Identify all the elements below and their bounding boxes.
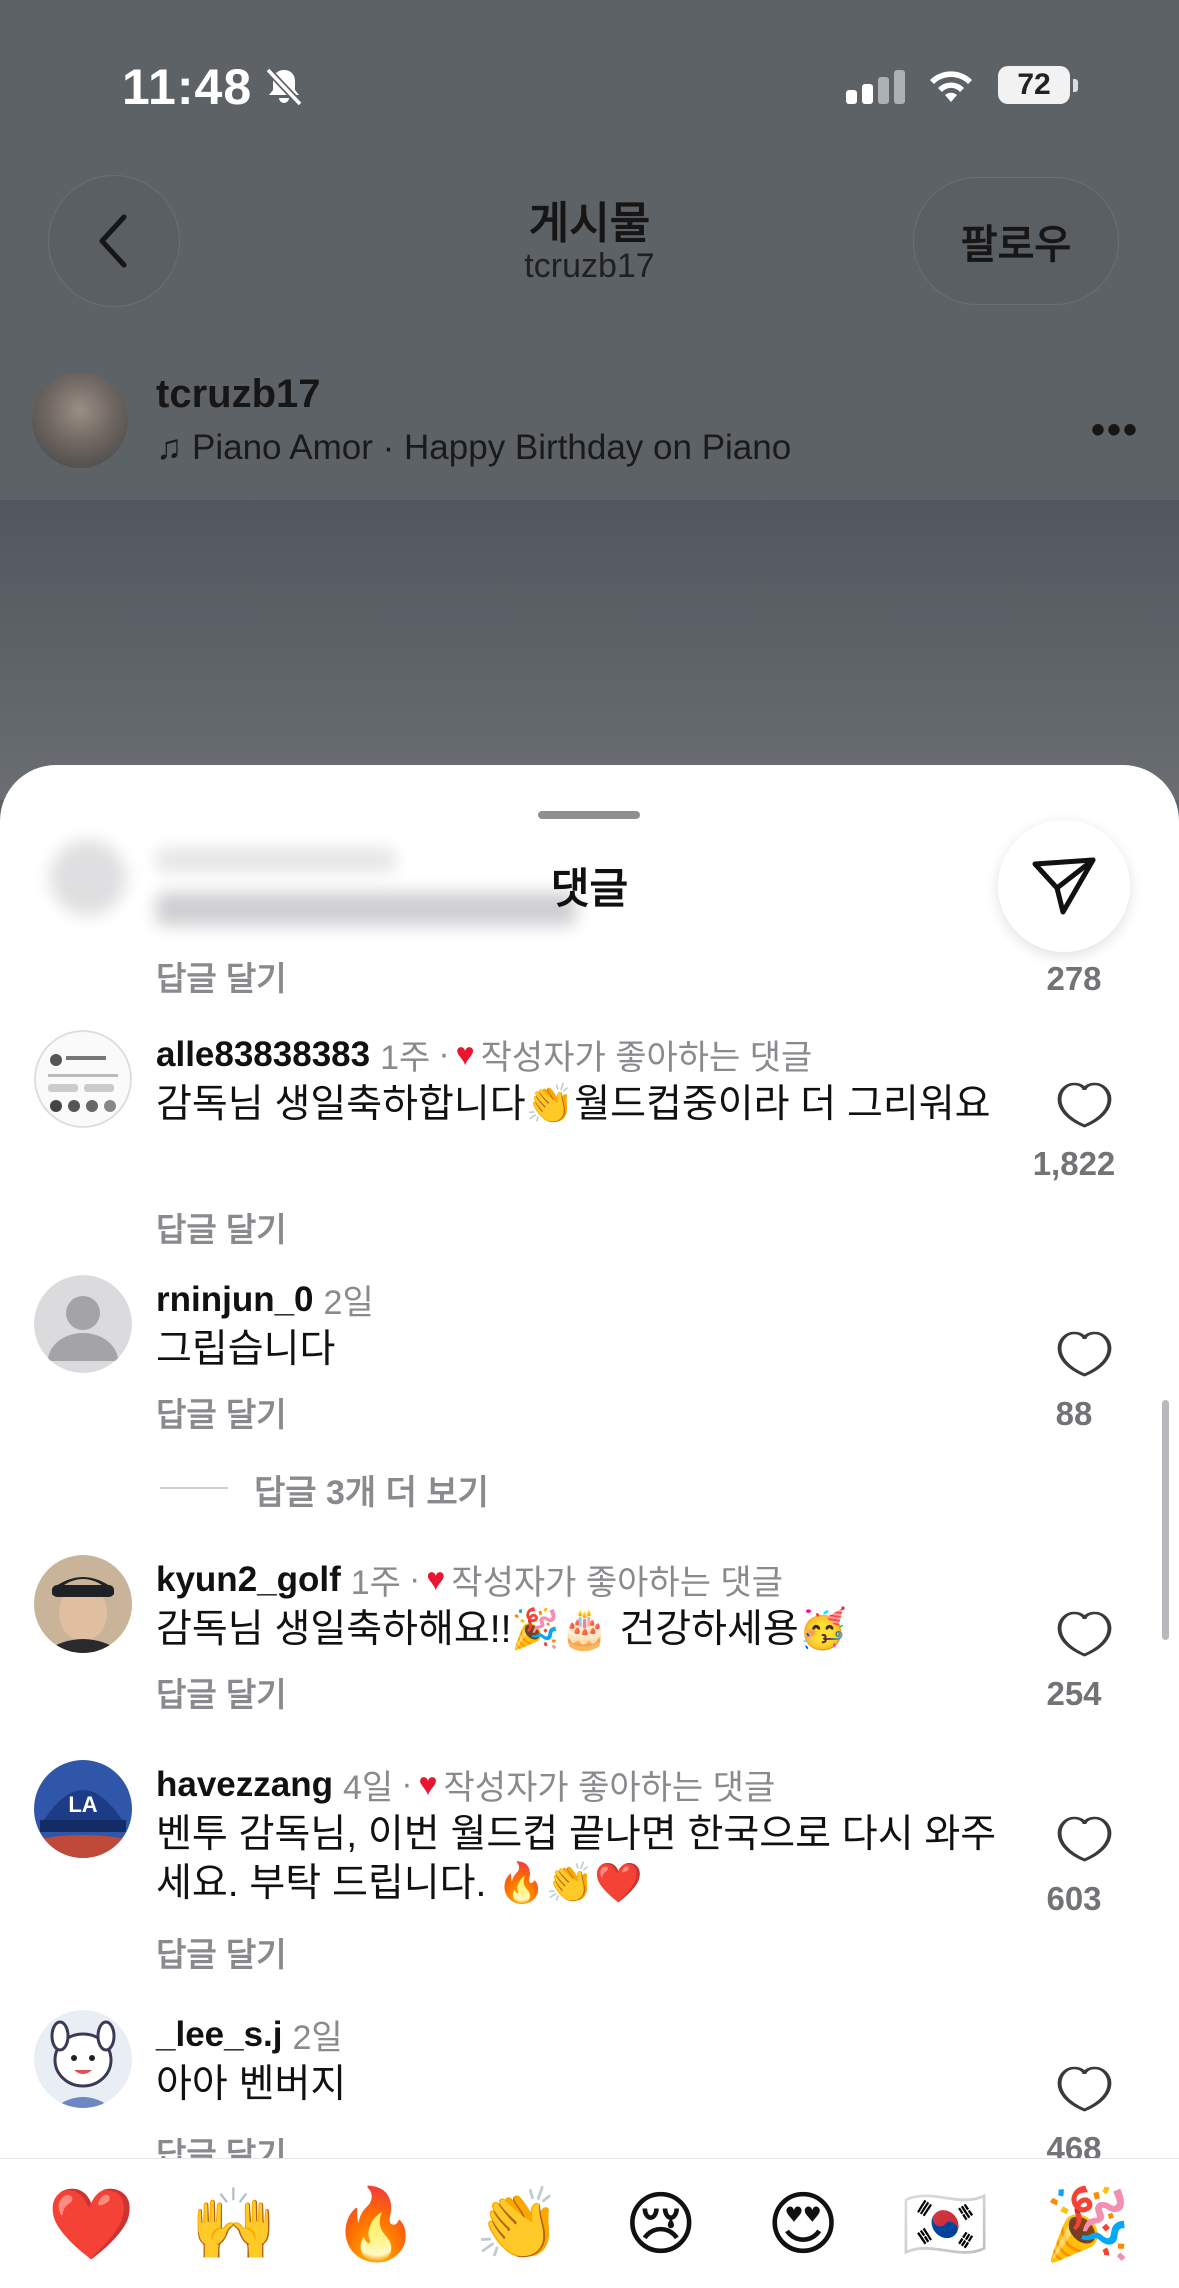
wifi-icon <box>925 64 977 104</box>
liked-by-author-label: 작성자가 좋아하는 댓글 <box>451 1564 783 1602</box>
heart-outline-icon <box>1057 1816 1112 1862</box>
comment-username[interactable]: alle83838383 <box>156 1035 370 1075</box>
like-button[interactable] <box>1029 2064 1139 2114</box>
reply-button[interactable]: 답글 달기 <box>156 1203 287 1251</box>
comment-time: 2일 <box>323 1284 374 1322</box>
like-count: 278 <box>1046 960 1102 997</box>
liked-heart-icon: ♥ <box>455 1036 475 1072</box>
comment-text: 감독님 생일축하합니다👏월드컵중이라 더 그리워요 <box>156 1083 991 1126</box>
like-count: 603 <box>1046 1880 1102 1917</box>
comment-username[interactable]: rninjun_0 <box>156 1280 314 1320</box>
avatar[interactable] <box>34 1275 132 1373</box>
comment-time: 4일 <box>343 1769 394 1807</box>
emoji-heart-eyes[interactable]: 😍 <box>748 2189 858 2259</box>
emoji-raised-hands[interactable]: 🙌 <box>179 2189 289 2259</box>
more-options-button[interactable]: ••• <box>1091 408 1139 453</box>
comment-time: 2일 <box>292 2019 343 2057</box>
avatar[interactable] <box>34 1555 132 1653</box>
liked-heart-icon: ♥ <box>426 1561 446 1597</box>
comment-username[interactable]: kyun2_golf <box>156 1560 341 1600</box>
emoji-party-popper[interactable]: 🎉 <box>1033 2189 1143 2259</box>
like-button[interactable] <box>1029 1814 1139 1864</box>
emoji-heart[interactable]: ❤️ <box>36 2189 146 2259</box>
comment-text: 감독님 생일축하해요!!🎉🎂 건강하세용🥳 <box>156 1608 848 1651</box>
heart-outline-icon <box>1057 1611 1112 1657</box>
cellular-signal-icon <box>846 70 905 104</box>
heart-outline-icon <box>1057 1331 1112 1377</box>
liked-by-author-label: 작성자가 좋아하는 댓글 <box>443 1769 776 1807</box>
separator: · <box>408 1560 421 1598</box>
reply-button[interactable]: 답글 달기 <box>156 1388 287 1436</box>
paper-plane-icon <box>1032 857 1096 915</box>
reply-button[interactable]: 답글 달기 <box>156 1928 287 1976</box>
post-author-username[interactable]: tcruzb17 <box>156 372 321 417</box>
emoji-crying[interactable]: 😢 <box>606 2189 716 2259</box>
nav-bar: 게시물 tcruzb17 팔로우 <box>0 175 1179 315</box>
music-note-icon: ♫ <box>156 428 192 467</box>
emoji-reaction-bar: ❤️ 🙌 🔥 👏 😢 😍 🇰🇷 🎉 <box>0 2158 1179 2288</box>
post-music-label[interactable]: ♫ Piano Amor · Happy Birthday on Piano <box>156 428 791 468</box>
sheet-grabber[interactable] <box>538 811 640 819</box>
svg-text:LA: LA <box>68 1792 97 1817</box>
status-time: 11:48 <box>122 59 253 115</box>
avatar[interactable] <box>34 2010 132 2108</box>
post-media <box>0 500 1179 800</box>
liked-heart-icon: ♥ <box>418 1766 438 1802</box>
like-count: 254 <box>1046 1675 1102 1712</box>
separator: · <box>438 1035 450 1073</box>
heart-outline-icon <box>1057 1082 1112 1128</box>
like-button[interactable] <box>1029 1609 1139 1659</box>
comment-username[interactable]: _lee_s.j <box>156 2015 283 2055</box>
comment-text: 아아 벤버지 <box>156 2063 347 2106</box>
comment-username[interactable]: havezzang <box>156 1765 333 1805</box>
separator: · <box>401 1765 413 1803</box>
emoji-korea-flag[interactable]: 🇰🇷 <box>890 2189 1000 2259</box>
bell-slash-icon <box>262 64 306 108</box>
post-header: tcruzb17 ♫ Piano Amor · Happy Birthday o… <box>0 370 1179 480</box>
like-count: 88 <box>1055 1395 1093 1432</box>
like-button[interactable] <box>1029 1080 1139 1130</box>
scrollbar[interactable] <box>1162 1400 1169 1640</box>
comment-time: 1주 <box>350 1564 401 1602</box>
avatar[interactable] <box>34 1030 132 1128</box>
battery-icon: 72 <box>998 66 1078 104</box>
comment-text: 벤투 감독님, 이번 월드컵 끝나면 한국으로 다시 와주세요. 부탁 드립니다… <box>156 1813 997 1905</box>
like-count: 1,822 <box>1032 1145 1116 1182</box>
post-author-avatar[interactable] <box>32 372 128 468</box>
reply-button[interactable]: 답글 달기 <box>156 952 287 1000</box>
heart-outline-icon <box>1057 2066 1112 2112</box>
status-bar: 11:48 72 <box>0 0 1179 175</box>
reply-button[interactable]: 답글 달기 <box>156 1668 287 1716</box>
like-button[interactable] <box>1029 1329 1139 1379</box>
comment-text: 그립습니다 <box>156 1328 336 1371</box>
comment-time: 1주 <box>380 1039 431 1077</box>
comments-sheet: 댓글 답글 달기 278 alle83838383 1주 · ♥ 작성자가 좋아… <box>0 765 1179 2288</box>
view-more-replies-label: 답글 3개 더 보기 <box>254 1474 489 1512</box>
follow-button[interactable]: 팔로우 <box>913 177 1119 305</box>
post-music-text: Piano Amor · Happy Birthday on Piano <box>191 428 792 467</box>
share-button[interactable] <box>998 820 1130 952</box>
emoji-fire[interactable]: 🔥 <box>321 2189 431 2259</box>
liked-by-author-label: 작성자가 좋아하는 댓글 <box>480 1039 813 1077</box>
emoji-clapping[interactable]: 👏 <box>463 2189 573 2259</box>
avatar[interactable]: LA <box>34 1760 132 1858</box>
